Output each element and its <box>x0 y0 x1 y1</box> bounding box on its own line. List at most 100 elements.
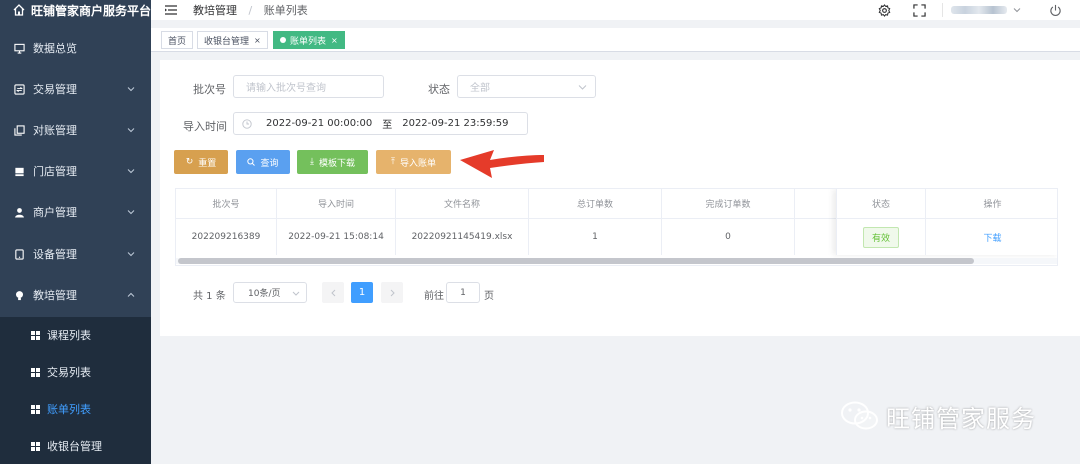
chevron-down-icon <box>127 169 135 174</box>
time-label: 导入时间 <box>183 120 227 133</box>
grid-icon <box>31 404 40 414</box>
reset-label: 重置 <box>198 158 217 169</box>
brand[interactable]: 旺铺管家商户服务平台 <box>0 0 151 20</box>
close-icon[interactable]: × <box>331 36 338 45</box>
grid-icon <box>31 330 40 340</box>
sidebar-item-label: 商户管理 <box>33 206 77 219</box>
monitor-icon <box>14 43 25 54</box>
goto-unit: 页 <box>484 291 494 302</box>
date-start[interactable]: 2022-09-21 00:00:00 <box>266 118 372 129</box>
annotation-arrow-icon <box>460 150 544 178</box>
home-icon <box>13 4 25 16</box>
sidebar-item-overview[interactable]: 数据总览 <box>0 28 151 68</box>
cell-action: 下载 <box>926 219 1057 255</box>
breadcrumb: 教培管理 / 账单列表 <box>193 2 308 18</box>
active-dot-icon <box>280 37 286 43</box>
batch-label: 批次号 <box>193 83 226 96</box>
sidebar-item-stores[interactable]: 门店管理 <box>0 151 151 191</box>
next-page-button[interactable] <box>381 282 403 303</box>
sidebar-subitem-bills[interactable]: 账单列表 <box>0 391 151 427</box>
wechat-icon <box>841 401 878 430</box>
sidebar-item-transactions[interactable]: 交易管理 <box>0 69 151 109</box>
breadcrumb-current: 账单列表 <box>263 4 308 17</box>
tag-label: 首页 <box>168 36 187 47</box>
tag-home[interactable]: 首页 <box>161 31 194 49</box>
close-icon[interactable]: × <box>254 36 261 45</box>
tags-view: 首页 收银台管理 × 账单列表 × <box>151 28 1080 52</box>
sidebar-subitem-label: 账单列表 <box>47 403 91 416</box>
page-number-current[interactable]: 1 <box>351 282 373 303</box>
sidebar-item-label: 门店管理 <box>33 165 77 178</box>
goto-page-input[interactable]: 1 <box>446 282 480 303</box>
column-header: 完成订单数 <box>662 189 795 219</box>
cell-file: 20220921145419.xlsx <box>396 219 529 255</box>
sidebar-item-label: 交易管理 <box>33 83 77 96</box>
copy-icon <box>14 124 25 136</box>
reset-button[interactable]: ↻ 重置 <box>174 150 228 174</box>
breadcrumb-item[interactable]: 教培管理 <box>193 4 237 17</box>
batch-placeholder: 请输入批次号查询 <box>246 83 326 94</box>
chevron-left-icon <box>330 289 335 296</box>
sidebar-subitem-transactions[interactable]: 交易列表 <box>0 354 151 390</box>
hamburger-icon[interactable] <box>165 5 177 15</box>
sidebar-item-devices[interactable]: 设备管理 <box>0 234 151 274</box>
sidebar-item-reconciliation[interactable]: 对账管理 <box>0 110 151 150</box>
date-range-picker[interactable]: 2022-09-21 00:00:00 至 2022-09-21 23:59:5… <box>233 112 528 135</box>
breadcrumb-separator: / <box>248 4 253 17</box>
refresh-icon: ↻ <box>185 157 194 167</box>
import-bill-button[interactable]: ⤒ 导入账单 <box>376 150 451 174</box>
cell-status: 有效 <box>837 219 926 255</box>
clock-icon <box>242 118 252 129</box>
store-icon <box>15 167 24 176</box>
cell-empty <box>795 219 837 255</box>
sidebar: 旺铺管家商户服务平台 数据总览 交易管理 对账管理 门店管理 商户管理 设备管理… <box>0 0 151 464</box>
avatar[interactable] <box>951 6 1007 14</box>
search-button[interactable]: 查询 <box>236 150 290 174</box>
sidebar-subitem-courses[interactable]: 课程列表 <box>0 317 151 353</box>
status-label: 状态 <box>428 83 450 96</box>
app-title: 旺铺管家商户服务平台 <box>30 3 151 18</box>
search-icon <box>247 158 256 166</box>
sidebar-item-merchants[interactable]: 商户管理 <box>0 192 151 232</box>
topbar-actions <box>878 0 1080 20</box>
template-label: 模板下载 <box>318 158 355 169</box>
cell-done: 0 <box>662 219 795 255</box>
download-link[interactable]: 下载 <box>983 231 1001 244</box>
grid-icon <box>31 367 40 377</box>
chevron-down-icon <box>127 87 135 92</box>
gear-icon[interactable] <box>878 3 891 17</box>
column-header: 总订单数 <box>529 189 662 219</box>
date-end[interactable]: 2022-09-21 23:59:59 <box>402 118 508 129</box>
bills-table: 批次号 导入时间 文件名称 总订单数 完成订单数 状态 操作 202209216… <box>175 188 1058 266</box>
watermark-text: 旺铺管家服务 <box>886 404 1036 433</box>
status-badge: 有效 <box>862 226 899 248</box>
template-download-button[interactable]: ⤓ 模板下载 <box>297 150 368 174</box>
status-select[interactable]: 全部 <box>457 75 596 98</box>
chevron-down-icon <box>127 128 135 133</box>
power-icon[interactable] <box>1049 4 1062 17</box>
chevron-down-icon[interactable] <box>1013 6 1021 14</box>
horizontal-scrollbar[interactable] <box>176 258 1057 264</box>
sidebar-subitem-label: 收银台管理 <box>47 440 102 453</box>
user-icon <box>15 207 24 218</box>
chevron-down-icon <box>292 291 300 296</box>
page-size-select[interactable]: 10条/页 <box>233 282 307 303</box>
status-value: 全部 <box>470 83 490 94</box>
watermark: 旺铺管家服务 <box>840 398 1036 434</box>
tag-bills[interactable]: 账单列表 × <box>273 31 345 49</box>
tablet-icon <box>15 248 24 260</box>
divider <box>942 3 943 17</box>
bulb-icon <box>16 290 23 300</box>
chevron-down-icon <box>578 85 587 90</box>
column-header: 操作 <box>926 189 1057 219</box>
fullscreen-icon[interactable] <box>913 3 926 17</box>
sidebar-subitem-cashier[interactable]: 收银台管理 <box>0 428 151 464</box>
sidebar-item-education[interactable]: 教培管理 <box>0 275 151 315</box>
tag-label: 账单列表 <box>290 36 327 47</box>
import-label: 导入账单 <box>399 158 436 169</box>
topbar: 教培管理 / 账单列表 <box>151 0 1080 20</box>
prev-page-button[interactable] <box>322 282 344 303</box>
tag-cashier[interactable]: 收银台管理 × <box>197 31 268 49</box>
batch-input[interactable]: 请输入批次号查询 <box>233 75 384 98</box>
scrollbar-thumb[interactable] <box>178 258 974 264</box>
